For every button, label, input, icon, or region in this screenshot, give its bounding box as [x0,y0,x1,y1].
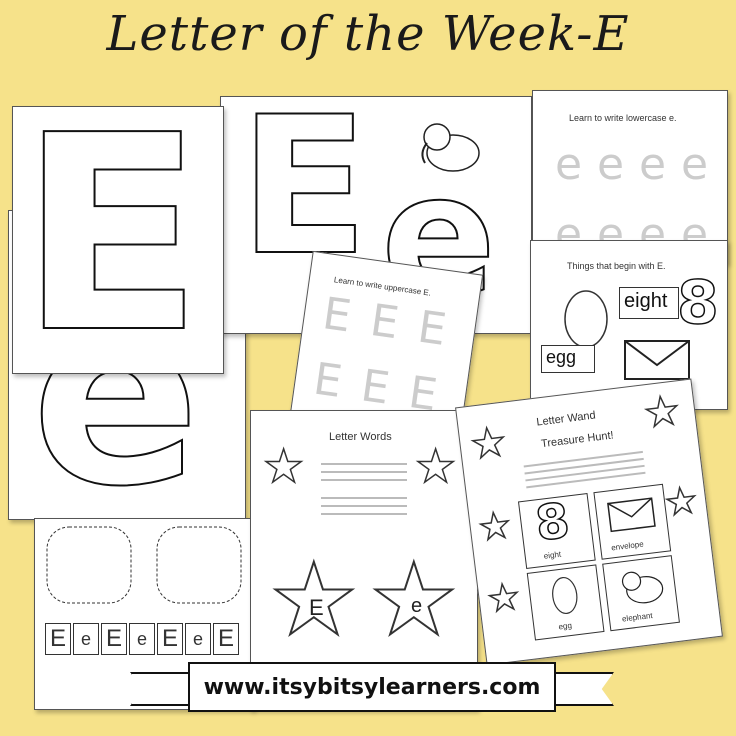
strip-letter: E [213,623,239,655]
strip-letter: e [73,623,99,655]
star-letter-upper: E [309,595,324,620]
letter-words-heading: Letter Words [329,431,392,443]
star-wand-icon: ★ [641,387,684,439]
star-wand-icon: ★ [414,438,457,494]
envelope-icon [624,340,690,380]
star-letter-lower: e [411,595,423,617]
sheet-write-lowercase: Learn to write lowercase e. e e e e e e … [532,90,728,264]
strip-letter: E [157,623,183,655]
picture-card: elephant [602,555,680,632]
trace-uppercase-e: E [367,294,402,350]
digit-eight: 8 [532,492,573,553]
star-wand-icon: ★ [467,418,510,470]
digit-eight: 8 [676,268,719,338]
write-lowercase-heading: Learn to write lowercase e. [569,113,677,123]
sheet-treasure-hunt: ★ ★ Letter Wand Treasure Hunt! ★ 8 eight… [455,378,723,666]
word-elephant: elephant [621,610,654,624]
trace-e: e [597,139,625,190]
trace-uppercase-e: E [319,288,355,343]
picture-card: 8 eight [517,492,596,569]
strip-letter: e [185,623,211,655]
word-box: eight [619,287,679,319]
strip-letter: e [129,623,155,655]
ribbon-right [546,672,614,706]
star-icon: ★ [476,504,515,550]
star-icon: ★ [485,575,524,621]
outline-big-e: E [18,106,204,374]
egg-icon [552,576,578,615]
treasure-heading-1: Letter Wand [535,409,597,429]
trace-uppercase-e: E [414,301,450,356]
word-eight: eight [624,290,668,312]
trace-e: e [681,139,709,190]
trace-e: e [555,139,583,190]
collage: Letter of the Week-E e E e E Learn to wr… [0,0,736,736]
trace-uppercase-e: E [310,353,346,408]
things-heading: Things that begin with E. [567,261,666,271]
envelope-icon [607,497,656,533]
strip-letter: E [101,623,127,655]
elephant-icon [621,571,664,604]
elephant-icon [421,123,480,172]
sheet-things: Things that begin with E. eight 8 egg [530,240,728,410]
word-egg: egg [558,620,573,632]
word-box: egg [541,345,595,373]
star-wand-icon: ★ [262,438,305,494]
word-eight: eight [543,549,562,561]
star-icon: ★ [662,479,701,525]
picture-card: egg [526,564,605,641]
strip-letter: E [45,623,71,655]
word-egg: egg [546,347,577,367]
cloud-shapes-icon [46,526,242,604]
page-title: Letter of the Week-E [106,6,630,62]
trace-uppercase-e: E [357,360,393,415]
sheet-uppercase-e: E [12,106,224,374]
word-envelope: envelope [610,539,645,553]
picture-card: envelope [593,483,672,560]
egg-icon [564,290,608,348]
website-banner[interactable]: www.itsybitsylearners.com [188,662,556,712]
trace-e: e [639,139,667,190]
treasure-heading-2: Treasure Hunt! [540,429,615,451]
